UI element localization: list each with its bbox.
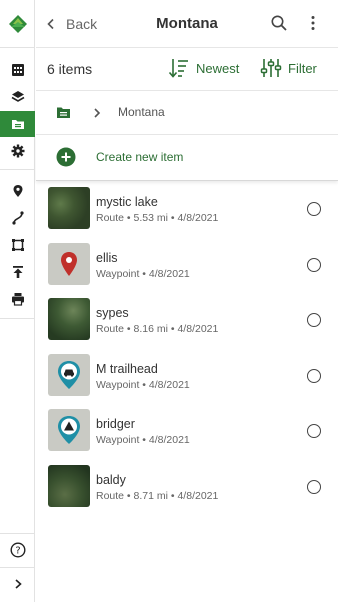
- location-pin-icon: [61, 251, 77, 276]
- map-button[interactable]: [0, 57, 35, 83]
- select-item-radio[interactable]: [307, 424, 321, 438]
- item-name: mystic lake: [96, 195, 158, 209]
- upload-icon: [12, 266, 23, 278]
- mountain-icon: [58, 416, 80, 444]
- item-meta: Waypoint • 4/8/2021: [96, 434, 190, 446]
- printer-icon: [11, 293, 24, 306]
- help-icon: ?: [9, 542, 26, 558]
- item-count: 6 items: [47, 61, 93, 77]
- item-meta: Route • 8.16 mi • 4/8/2021: [96, 323, 219, 335]
- logo-icon: [8, 14, 27, 33]
- rail-divider: [0, 318, 35, 319]
- route-map-thumbnail: [48, 464, 90, 507]
- car-icon: [58, 360, 80, 389]
- search-icon: [271, 15, 287, 31]
- filter-label: Filter: [288, 60, 317, 76]
- list-item[interactable]: mystic lake Route • 5.53 mi • 4/8/2021: [36, 181, 338, 237]
- list-item[interactable]: baldy Route • 8.71 mi • 4/8/2021: [36, 459, 338, 515]
- items-panel: Back Montana 6 items Newest Filter Monta…: [36, 0, 338, 602]
- item-meta: Waypoint • 4/8/2021: [96, 378, 190, 391]
- more-vertical-icon: [311, 16, 315, 30]
- select-item-radio[interactable]: [307, 257, 321, 272]
- item-meta: Route • 8.71 mi • 4/8/2021: [96, 489, 219, 502]
- expand-rail-button[interactable]: [0, 571, 35, 597]
- list-toolbar: 6 items Newest Filter: [36, 48, 338, 91]
- waypoint-thumbnail: [48, 353, 90, 396]
- more-options-button[interactable]: [306, 14, 320, 37]
- item-name: ellis: [96, 250, 118, 265]
- back-button[interactable]: Back: [46, 0, 97, 48]
- select-item-radio[interactable]: [307, 202, 321, 216]
- list-item[interactable]: sypes Route • 8.16 mi • 4/8/2021: [36, 292, 338, 348]
- gear-icon: [11, 144, 24, 158]
- draw-route-button[interactable]: [0, 205, 35, 231]
- draw-area-button[interactable]: [0, 232, 35, 258]
- list-item[interactable]: M trailhead Waypoint • 4/8/2021: [36, 348, 338, 404]
- svg-text:?: ?: [15, 546, 20, 557]
- select-item-radio[interactable]: [307, 368, 321, 383]
- sort-button[interactable]: Newest: [168, 57, 239, 79]
- folder-icon: [11, 120, 24, 129]
- search-button[interactable]: [270, 14, 288, 37]
- item-name: sypes: [96, 306, 129, 320]
- waypoint-thumbnail: [48, 242, 90, 285]
- create-new-item-button[interactable]: Create new item: [36, 135, 338, 181]
- item-name: baldy: [96, 472, 126, 487]
- settings-button[interactable]: [0, 138, 35, 164]
- add-waypoint-button[interactable]: [0, 178, 35, 204]
- item-meta: Waypoint • 4/8/2021: [96, 267, 190, 280]
- sort-label: Newest: [196, 60, 240, 76]
- panel-header: Back Montana: [36, 0, 338, 48]
- import-button[interactable]: [0, 259, 35, 285]
- list-item[interactable]: ellis Waypoint • 4/8/2021: [36, 237, 338, 293]
- item-name: bridger: [96, 417, 135, 431]
- route-icon: [11, 211, 24, 225]
- select-item-radio[interactable]: [307, 313, 321, 327]
- route-map-thumbnail: [48, 187, 90, 229]
- rail-divider: [0, 169, 35, 170]
- side-rail: ?: [0, 0, 35, 602]
- chevron-left-icon: [47, 18, 54, 30]
- waypoint-thumbnail: [48, 409, 90, 451]
- area-icon: [11, 239, 24, 251]
- rail-divider: [0, 533, 35, 534]
- layers-button[interactable]: [0, 84, 35, 110]
- filter-sliders-icon: [260, 59, 282, 77]
- item-name: M trailhead: [96, 361, 158, 376]
- chevron-right-icon: [14, 579, 22, 589]
- back-label: Back: [66, 16, 98, 32]
- layers-icon: [11, 91, 24, 102]
- route-map-thumbnail: [48, 298, 90, 340]
- list-item[interactable]: bridger Waypoint • 4/8/2021: [36, 403, 338, 459]
- location-pin-icon: [13, 185, 22, 197]
- help-button[interactable]: ?: [0, 537, 35, 563]
- select-item-radio[interactable]: [307, 479, 321, 494]
- item-meta: Route • 5.53 mi • 4/8/2021: [96, 212, 219, 224]
- sort-descending-icon: [168, 59, 188, 78]
- rail-divider: [0, 567, 35, 568]
- app-logo[interactable]: [0, 0, 35, 48]
- filter-button[interactable]: Filter: [260, 57, 317, 79]
- create-new-item-label: Create new item: [96, 150, 184, 164]
- breadcrumb-current[interactable]: Montana: [118, 105, 165, 119]
- saved-items-button[interactable]: [0, 111, 35, 137]
- calendar-grid-icon: [11, 64, 24, 76]
- root-folder-button[interactable]: [56, 105, 71, 125]
- breadcrumb: Montana: [36, 91, 338, 135]
- items-list: mystic lake Route • 5.53 mi • 4/8/2021 e…: [36, 181, 338, 514]
- print-button[interactable]: [0, 286, 35, 312]
- add-circle-icon: [56, 147, 76, 172]
- chevron-right-icon: [92, 106, 102, 124]
- folder-icon: [57, 107, 70, 118]
